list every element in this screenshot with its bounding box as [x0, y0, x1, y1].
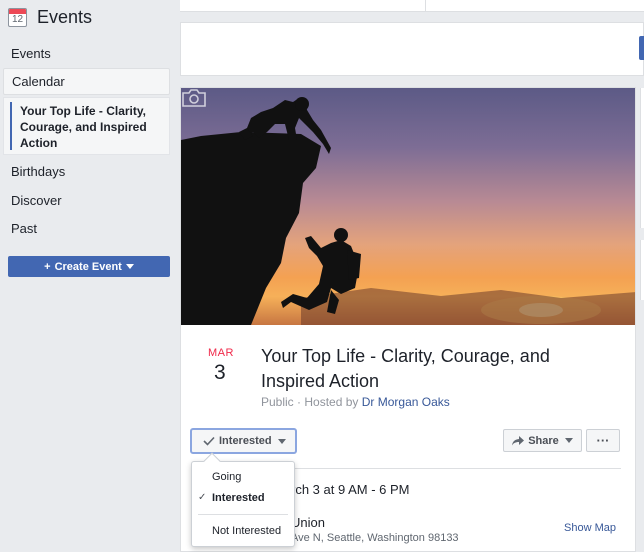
sidebar-item-discover[interactable]: Discover [11, 193, 62, 208]
create-event-button[interactable]: + Create Event [8, 256, 170, 277]
share-button[interactable]: Share [503, 429, 582, 452]
menu-item-not-interested[interactable]: Not Interested [212, 525, 281, 537]
event-visibility: Public [261, 395, 294, 409]
caret-down-icon [277, 438, 286, 444]
sidebar-item-past[interactable]: Past [11, 221, 37, 236]
selected-indicator [10, 102, 12, 150]
calendar-icon: 12 [8, 7, 27, 27]
interested-label: Interested [219, 435, 272, 447]
caret-down-icon [125, 264, 134, 269]
share-label: Share [528, 434, 559, 447]
check-icon [203, 436, 215, 446]
right-edge-button[interactable] [639, 36, 644, 60]
rsvp-dropdown-menu: Going ✓ Interested Not Interested [191, 452, 295, 547]
check-icon: ✓ [198, 492, 207, 503]
hosted-by-label: Hosted by [304, 395, 359, 409]
event-date-month: MAR [208, 347, 234, 359]
sidebar-item-current-event[interactable]: Your Top Life - Clarity, Courage, and In… [3, 97, 170, 155]
show-map-link[interactable]: Show Map [564, 522, 616, 534]
sidebar-item-events[interactable]: Events [11, 46, 51, 61]
plus-icon: + [44, 260, 51, 273]
top-card [180, 0, 644, 12]
sidebar-item-label: Calendar [12, 74, 65, 89]
event-venue[interactable]: Union [291, 515, 325, 530]
event-title: Your Top Life - Clarity, Courage, and In… [261, 346, 550, 391]
event-address: Ave N, Seattle, Washington 98133 [291, 532, 459, 544]
cover-silhouette [181, 97, 635, 325]
interested-button[interactable]: Interested [190, 428, 297, 454]
share-arrow-icon [512, 435, 525, 445]
event-cover-photo [181, 88, 635, 325]
more-options-button[interactable]: ··· [586, 429, 620, 452]
caret-down-icon [564, 438, 573, 443]
host-link[interactable]: Dr Morgan Oaks [362, 395, 450, 409]
create-event-label: Create Event [54, 260, 122, 273]
event-date-day: 3 [214, 361, 226, 384]
sidebar-item-birthdays[interactable]: Birthdays [11, 164, 65, 179]
composer-card [180, 22, 644, 76]
menu-divider [198, 514, 288, 515]
menu-item-going[interactable]: Going [212, 471, 241, 483]
sidebar-item-calendar[interactable]: Calendar [3, 68, 170, 95]
event-time[interactable]: rch 3 at 9 AM - 6 PM [291, 482, 410, 497]
right-column-card [640, 88, 644, 228]
event-meta: Public · Hosted by Dr Morgan Oaks [261, 395, 450, 409]
sidebar-header: 12 Events [8, 5, 92, 29]
sidebar-item-label: Your Top Life - Clarity, Courage, and In… [20, 104, 147, 150]
sidebar-title: Events [37, 6, 93, 27]
camera-icon[interactable] [181, 88, 207, 108]
left-sidebar: 12 Events Events Calendar Your Top Life … [0, 0, 176, 552]
menu-item-interested[interactable]: Interested [212, 492, 265, 504]
right-column-card [640, 240, 644, 300]
